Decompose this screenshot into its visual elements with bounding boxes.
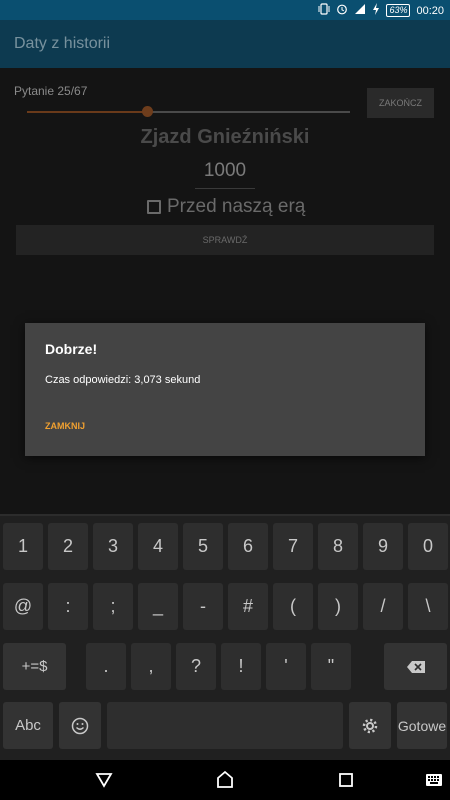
gear-icon bbox=[362, 718, 378, 733]
bc-checkbox-row[interactable]: Przed naszą erą bbox=[147, 196, 305, 218]
key-1[interactable]: 2 bbox=[48, 523, 88, 570]
progress-slider[interactable] bbox=[27, 105, 350, 119]
bc-checkbox[interactable] bbox=[147, 200, 161, 214]
symbol-key[interactable]: / bbox=[363, 583, 403, 630]
emoji-icon bbox=[71, 717, 89, 734]
abc-key[interactable]: Abc bbox=[3, 702, 53, 749]
symbol-key[interactable]: ' bbox=[266, 643, 306, 690]
symbol-key[interactable]: : bbox=[48, 583, 88, 630]
key-3[interactable]: 4 bbox=[138, 523, 178, 570]
charging-icon bbox=[372, 3, 380, 18]
back-triangle-icon bbox=[95, 773, 113, 788]
done-key[interactable]: Gotowe bbox=[397, 702, 447, 749]
backspace-key[interactable] bbox=[384, 643, 447, 690]
home-button[interactable] bbox=[215, 770, 235, 790]
key-0[interactable]: 1 bbox=[3, 523, 43, 570]
back-button[interactable] bbox=[94, 770, 114, 790]
symbol-key[interactable]: . bbox=[86, 643, 126, 690]
space-key[interactable] bbox=[107, 702, 343, 749]
symbol-key[interactable]: ! bbox=[221, 643, 261, 690]
key-9[interactable]: 0 bbox=[408, 523, 448, 570]
settings-key[interactable] bbox=[349, 702, 391, 749]
symbol-key[interactable]: @ bbox=[3, 583, 43, 630]
vibrate-icon bbox=[318, 3, 330, 18]
symbol-key[interactable]: # bbox=[228, 583, 268, 630]
key-2[interactable]: 3 bbox=[93, 523, 133, 570]
backspace-icon bbox=[406, 660, 425, 673]
key-6[interactable]: 7 bbox=[273, 523, 313, 570]
app-title: Daty z historii bbox=[14, 35, 111, 52]
event-title: Zjazd Gnieźniński bbox=[140, 126, 310, 148]
recents-button[interactable] bbox=[336, 770, 356, 790]
dialog-title: Dobrze! bbox=[45, 341, 98, 357]
recents-square-icon bbox=[339, 773, 353, 787]
key-8[interactable]: 9 bbox=[363, 523, 403, 570]
emoji-key[interactable] bbox=[59, 702, 101, 749]
symbol-key[interactable]: ? bbox=[176, 643, 216, 690]
key-5[interactable]: 6 bbox=[228, 523, 268, 570]
key-7[interactable]: 8 bbox=[318, 523, 358, 570]
result-dialog: Dobrze! Czas odpowiedzi: 3,073 sekund ZA… bbox=[25, 323, 425, 456]
keyboard-switch-button[interactable] bbox=[424, 770, 444, 790]
question-counter: Pytanie 25/67 bbox=[14, 84, 88, 98]
close-dialog-button[interactable]: ZAMKNIJ bbox=[45, 421, 85, 431]
status-bar: 63% 00:20 bbox=[0, 0, 450, 20]
symbol-key[interactable]: " bbox=[311, 643, 351, 690]
symbol-key[interactable]: _ bbox=[138, 583, 178, 630]
symbols-shift-key[interactable]: +=$ bbox=[3, 643, 66, 690]
symbol-key[interactable]: - bbox=[183, 583, 223, 630]
clock: 00:20 bbox=[416, 4, 444, 17]
key-4[interactable]: 5 bbox=[183, 523, 223, 570]
symbol-key[interactable]: \ bbox=[408, 583, 448, 630]
slider-fill bbox=[27, 111, 147, 113]
dialog-message: Czas odpowiedzi: 3,073 sekund bbox=[45, 374, 201, 386]
symbol-key[interactable]: ( bbox=[273, 583, 313, 630]
app-bar: Daty z historii bbox=[0, 20, 450, 68]
finish-button[interactable]: ZAKOŃCZ bbox=[367, 88, 434, 118]
home-icon bbox=[217, 770, 233, 788]
signal-icon bbox=[354, 3, 366, 18]
year-input[interactable]: 1000 bbox=[195, 159, 255, 189]
keyboard: 1234567890 @:; _ - #() / \ +=$.,?! ' " Abc Goto… bbox=[0, 514, 450, 760]
keyboard-icon bbox=[426, 774, 442, 786]
alarm-icon bbox=[336, 3, 348, 18]
navigation-bar bbox=[0, 760, 450, 800]
symbol-key[interactable]: , bbox=[131, 643, 171, 690]
check-button[interactable]: SPRAWDŹ bbox=[16, 225, 434, 255]
slider-thumb[interactable] bbox=[141, 106, 153, 117]
symbol-key[interactable]: ) bbox=[318, 583, 358, 630]
battery-level: 63% bbox=[386, 4, 411, 17]
symbol-key[interactable]: ; bbox=[93, 583, 133, 630]
bc-label: Przed naszą erą bbox=[167, 196, 306, 217]
